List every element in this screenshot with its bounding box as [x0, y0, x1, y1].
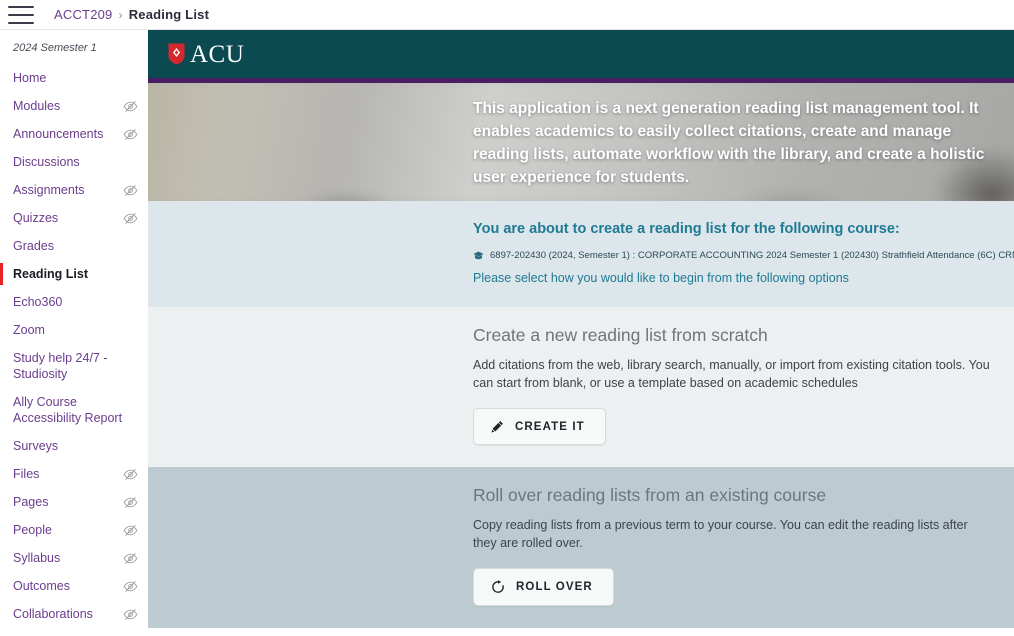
create-it-button[interactable]: CREATE IT	[473, 408, 606, 445]
hidden-eye-slash-icon	[123, 469, 138, 480]
option-create-description: Add citations from the web, library sear…	[473, 358, 990, 390]
sidebar-item-label: Files	[13, 467, 40, 481]
sidebar-item-files[interactable]: Files	[0, 460, 148, 488]
sidebar-item-label: Ally Course Accessibility Report	[13, 395, 123, 425]
sidebar-item-label: Modules	[13, 99, 61, 113]
hamburger-line	[8, 21, 34, 24]
sidebar-item-syllabus[interactable]: Syllabus	[0, 544, 148, 572]
acu-brand-bar: ACU	[148, 30, 1014, 78]
term-label: 2024 Semester 1	[13, 42, 97, 54]
breadcrumb: ACCT209 › Reading List	[54, 7, 209, 22]
hidden-eye-slash-icon	[123, 101, 138, 112]
sidebar-item-label: People	[13, 523, 52, 537]
pencil-edit-icon	[491, 421, 503, 433]
option-rollover-description: Copy reading lists from a previous term …	[473, 518, 968, 550]
acu-wordmark: ACU	[190, 40, 245, 68]
hidden-eye-slash-icon	[123, 185, 138, 196]
sidebar-item-label: Collaborations	[13, 607, 93, 621]
sidebar-item-announcements[interactable]: Announcements	[0, 120, 148, 148]
course-panel-subheading: Please select how you would like to begi…	[473, 271, 849, 285]
sidebar-item-modules[interactable]: Modules	[0, 92, 148, 120]
sidebar-item-label: Home	[13, 71, 47, 85]
sidebar-item-reading-list[interactable]: Reading List	[0, 260, 148, 288]
sidebar-item-outcomes[interactable]: Outcomes	[0, 572, 148, 600]
main-content: ACU This application is a next generatio…	[148, 30, 1014, 636]
sidebar-nav-list: Home Modules Announcements Discussions Assig…	[0, 64, 148, 636]
course-detail-line: 6897-202430 (2024, Semester 1) : CORPORA…	[473, 250, 1014, 261]
sidebar-item-discussions[interactable]: Discussions	[0, 148, 148, 176]
sidebar-item-surveys[interactable]: Surveys	[0, 432, 148, 460]
hamburger-line	[8, 13, 34, 16]
hamburger-menu-icon[interactable]	[8, 5, 34, 24]
course-panel-heading: You are about to create a reading list f…	[473, 221, 900, 237]
sidebar-item-label: Zoom	[13, 323, 45, 337]
sidebar-item-label: Quizzes	[13, 211, 59, 225]
sidebar-item-assignments[interactable]: Assignments	[0, 176, 148, 204]
sidebar-item-label: Reading List	[13, 267, 89, 281]
hidden-eye-slash-icon	[123, 497, 138, 508]
hamburger-line	[8, 5, 34, 8]
option-rollover-title: Roll over reading lists from an existing…	[473, 485, 827, 505]
sidebar-item-collaborations[interactable]: Collaborations	[0, 600, 148, 628]
sidebar-item-study-help-24-7-studiosity[interactable]: Study help 24/7 - Studiosity	[0, 344, 148, 388]
course-navigation-sidebar: 2024 Semester 1 Home Modules Announcements…	[0, 30, 148, 636]
option-create-panel: Create a new reading list from scratch A…	[148, 307, 1014, 467]
sidebar-item-ally-course-accessibility-report[interactable]: Ally Course Accessibility Report	[0, 388, 148, 432]
hidden-eye-slash-icon	[123, 213, 138, 224]
graduation-cap-icon	[473, 251, 484, 260]
hidden-eye-slash-icon	[123, 129, 138, 140]
course-info-panel: You are about to create a reading list f…	[148, 201, 1014, 307]
sidebar-item-label: Pages	[13, 495, 49, 509]
breadcrumb-separator-icon: ›	[118, 7, 123, 22]
sidebar-item-unit-outline[interactable]: Unit Outline	[0, 628, 148, 636]
sidebar-item-label: Assignments	[13, 183, 85, 197]
roll-over-button-label: ROLL OVER	[516, 581, 593, 593]
option-rollover-panel: Roll over reading lists from an existing…	[148, 467, 1014, 628]
hidden-eye-slash-icon	[123, 581, 138, 592]
hidden-eye-slash-icon	[123, 553, 138, 564]
create-it-button-label: CREATE IT	[515, 420, 585, 433]
sidebar-item-label: Syllabus	[13, 551, 61, 565]
sidebar-item-pages[interactable]: Pages	[0, 488, 148, 516]
sidebar-item-label: Discussions	[13, 155, 80, 169]
sidebar-item-quizzes[interactable]: Quizzes	[0, 204, 148, 232]
sidebar-item-label: Echo360	[13, 295, 63, 309]
top-breadcrumb-bar: ACCT209 › Reading List	[0, 0, 1014, 30]
sidebar-item-label: Grades	[13, 239, 54, 253]
roll-over-button[interactable]: ROLL OVER	[473, 568, 614, 606]
hidden-eye-slash-icon	[123, 525, 138, 536]
sidebar-item-grades[interactable]: Grades	[0, 232, 148, 260]
option-create-title: Create a new reading list from scratch	[473, 325, 768, 345]
breadcrumb-course-link[interactable]: ACCT209	[54, 7, 112, 22]
sidebar-item-people[interactable]: People	[0, 516, 148, 544]
hero-banner: This application is a next generation re…	[148, 83, 1014, 201]
hidden-eye-slash-icon	[123, 609, 138, 620]
acu-logo[interactable]: ACU	[168, 42, 244, 67]
hero-description: This application is a next generation re…	[473, 100, 985, 186]
sidebar-item-zoom[interactable]: Zoom	[0, 316, 148, 344]
course-detail-text: 6897-202430 (2024, Semester 1) : CORPORA…	[490, 250, 1014, 261]
acu-shield-logo-icon	[168, 43, 185, 65]
sidebar-item-label: Outcomes	[13, 579, 70, 593]
refresh-rotate-icon	[492, 580, 504, 593]
sidebar-item-label: Surveys	[13, 439, 59, 453]
breadcrumb-current-page: Reading List	[128, 7, 210, 22]
sidebar-item-label: Study help 24/7 - Studiosity	[13, 351, 108, 381]
sidebar-item-label: Announcements	[13, 127, 104, 141]
sidebar-item-echo360[interactable]: Echo360	[0, 288, 148, 316]
sidebar-item-home[interactable]: Home	[0, 64, 148, 92]
